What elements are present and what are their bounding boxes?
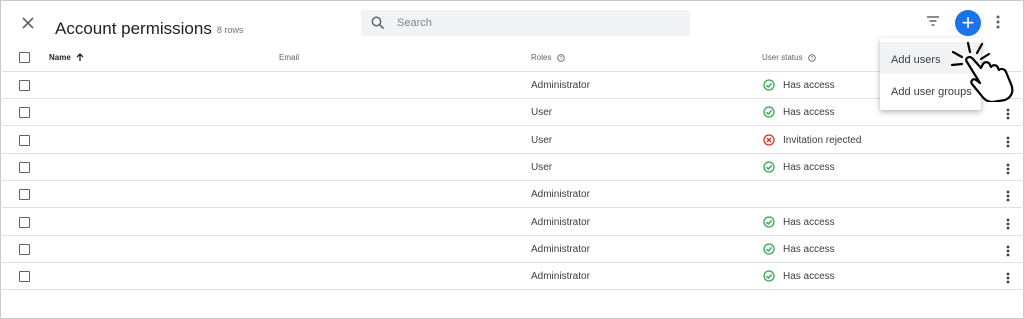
check-circle-icon bbox=[763, 215, 775, 228]
table-row[interactable]: User Invitation rejected bbox=[0, 127, 1024, 154]
help-icon[interactable]: ? bbox=[807, 54, 816, 62]
column-header-label: Roles bbox=[531, 53, 552, 62]
column-header-label: User status bbox=[762, 53, 803, 62]
role-cell: User bbox=[531, 134, 553, 146]
row-divider bbox=[0, 289, 1024, 291]
role-cell: User bbox=[531, 107, 553, 119]
column-header-name[interactable]: Name bbox=[49, 53, 84, 62]
table-row[interactable]: Administrator Has access bbox=[0, 236, 1024, 263]
check-circle-icon bbox=[763, 270, 775, 282]
status-cell: Has access bbox=[783, 271, 835, 283]
more-vert-icon[interactable] bbox=[1006, 272, 1010, 284]
row-checkbox[interactable] bbox=[19, 189, 30, 201]
check-circle-icon bbox=[763, 243, 775, 255]
role-cell: User bbox=[531, 161, 553, 173]
role-cell: Administrator bbox=[531, 271, 590, 283]
svg-text:?: ? bbox=[559, 56, 562, 62]
search-bar[interactable] bbox=[361, 10, 690, 36]
check-circle-icon bbox=[763, 79, 775, 91]
column-header-email[interactable]: Email bbox=[279, 53, 299, 62]
more-vert-icon[interactable] bbox=[1006, 218, 1010, 230]
row-checkbox[interactable] bbox=[19, 161, 30, 173]
row-checkbox[interactable] bbox=[19, 80, 30, 91]
more-vert-icon[interactable] bbox=[1006, 81, 1010, 93]
help-icon[interactable]: ? bbox=[556, 54, 565, 62]
role-cell: Administrator bbox=[531, 80, 590, 91]
more-options-button[interactable] bbox=[996, 15, 1000, 34]
row-more-options-button[interactable] bbox=[1006, 217, 1010, 235]
status-cell: Has access bbox=[783, 80, 835, 91]
plus-icon[interactable]: + bbox=[962, 10, 975, 35]
status-cell: Invitation rejected bbox=[783, 134, 862, 146]
more-vert-icon[interactable] bbox=[1006, 163, 1010, 175]
page-title: Account permissions 8 rows bbox=[55, 19, 243, 39]
row-count: 8 rows bbox=[216, 24, 244, 35]
row-checkbox[interactable] bbox=[19, 134, 30, 146]
status-cell: Has access bbox=[783, 107, 835, 119]
row-more-options-button[interactable] bbox=[1006, 244, 1010, 262]
row-more-options-button[interactable] bbox=[1006, 271, 1010, 289]
filter-button[interactable] bbox=[926, 14, 940, 32]
more-vert-icon[interactable] bbox=[1006, 136, 1010, 148]
more-vert-icon[interactable] bbox=[1006, 108, 1010, 120]
close-button[interactable] bbox=[19, 14, 37, 32]
add-menu: Add users Add user groups bbox=[880, 38, 981, 110]
status-cell: Has access bbox=[783, 161, 835, 173]
filter-icon[interactable] bbox=[926, 15, 940, 27]
menu-item-label: Add users bbox=[891, 54, 941, 66]
menu-item-add-user-groups[interactable]: Add user groups bbox=[880, 74, 981, 106]
table-row[interactable]: Administrator Has access bbox=[0, 263, 1024, 291]
table-row[interactable]: User Has access bbox=[0, 99, 1024, 127]
page-title-text: Account permissions bbox=[55, 19, 212, 38]
search-input[interactable] bbox=[397, 10, 677, 36]
table-row[interactable]: Administrator bbox=[0, 181, 1024, 209]
role-cell: Administrator bbox=[531, 216, 590, 228]
row-more-options-button[interactable] bbox=[1006, 162, 1010, 180]
error-circle-icon bbox=[763, 133, 775, 146]
row-more-options-button[interactable] bbox=[1006, 135, 1010, 153]
add-button[interactable]: + bbox=[955, 10, 981, 36]
status-cell: Has access bbox=[783, 243, 835, 255]
role-cell: Administrator bbox=[531, 189, 590, 201]
row-more-options-button[interactable] bbox=[1006, 107, 1010, 125]
row-more-options-button[interactable] bbox=[1006, 189, 1010, 207]
select-all-checkbox[interactable] bbox=[19, 52, 30, 63]
row-checkbox[interactable] bbox=[19, 271, 30, 283]
check-circle-icon bbox=[763, 161, 775, 173]
search-icon bbox=[371, 16, 385, 30]
column-header-user-status[interactable]: User status ? bbox=[762, 53, 816, 62]
column-header-label: Email bbox=[279, 53, 300, 62]
more-vert-icon[interactable] bbox=[996, 15, 1000, 29]
more-vert-icon[interactable] bbox=[1006, 245, 1010, 257]
menu-item-add-users[interactable]: Add users bbox=[880, 42, 981, 74]
role-cell: Administrator bbox=[531, 243, 590, 255]
more-vert-icon[interactable] bbox=[1006, 190, 1010, 202]
check-circle-icon bbox=[763, 106, 775, 118]
close-icon[interactable] bbox=[19, 14, 37, 32]
column-header-label: Name bbox=[49, 53, 71, 62]
row-checkbox[interactable] bbox=[19, 216, 30, 228]
column-header-roles[interactable]: Roles ? bbox=[531, 53, 565, 62]
table-row[interactable]: User Has access bbox=[0, 154, 1024, 181]
menu-item-label: Add user groups bbox=[891, 86, 972, 98]
row-more-options-button[interactable] bbox=[1006, 80, 1010, 98]
table-row[interactable]: Administrator Has access bbox=[0, 209, 1024, 236]
svg-text:?: ? bbox=[810, 56, 813, 62]
arrow-up-icon bbox=[76, 53, 84, 62]
status-cell: Has access bbox=[783, 216, 835, 228]
header-divider bbox=[0, 71, 1024, 72]
row-checkbox[interactable] bbox=[19, 107, 30, 119]
row-checkbox[interactable] bbox=[19, 243, 30, 255]
table-row[interactable]: Administrator Has access bbox=[0, 72, 1024, 99]
